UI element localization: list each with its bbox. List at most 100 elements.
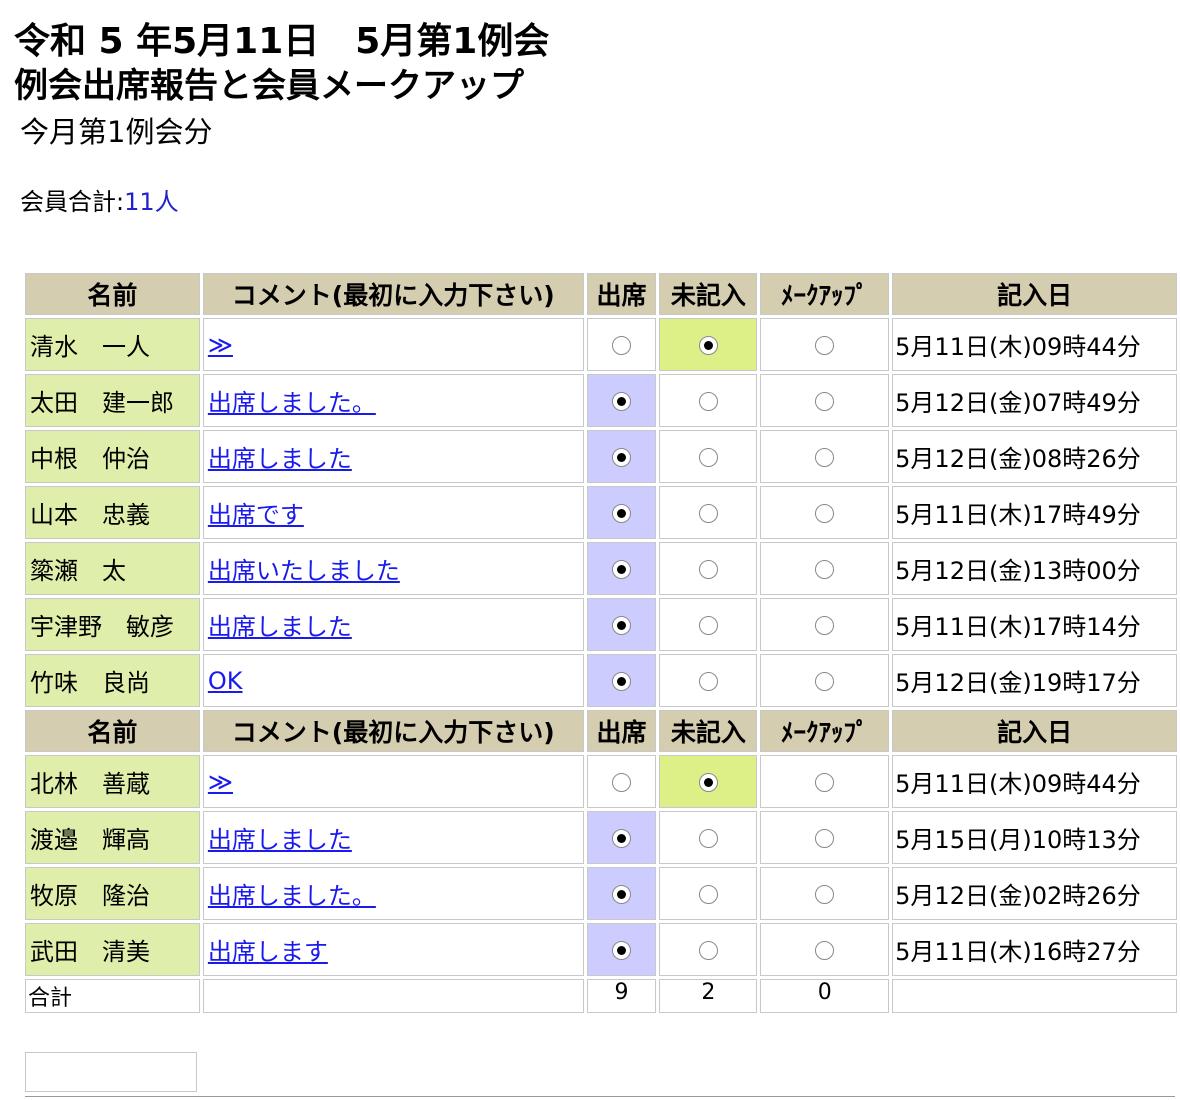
makeup-radio[interactable] [815,829,835,848]
attendance-radio[interactable] [612,560,632,579]
comment-link[interactable]: 出席しました [208,826,352,854]
horizontal-rule [25,1096,1175,1097]
comment-cell: 出席しました。 [202,867,584,920]
unrecorded-cell [659,374,758,427]
table-row: 渡邉 輝高 出席しました 5月15日(月)10時13分 [25,811,1177,864]
unrecorded-radio[interactable] [698,392,718,411]
unrecorded-radio[interactable] [698,829,718,848]
makeup-cell [760,374,890,427]
comment-cell: 出席いたしました [202,542,584,595]
totals-unrecorded: 2 [659,979,758,1013]
page-heading: 例会出席報告と会員メークアップ [14,66,524,106]
table-row: 牧原 隆治 出席しました。 5月12日(金)02時26分 [25,867,1177,920]
column-header-comment: コメント(最初に入力下さい) [202,273,584,315]
blank-field-box [25,1052,197,1092]
attendance-radio[interactable] [612,448,632,467]
unrecorded-radio[interactable] [698,448,718,467]
page-subtitle: 今月第1例会分 [20,115,213,149]
comment-cell: 出席します [202,923,584,976]
unrecorded-radio[interactable] [698,560,718,579]
member-name: 竹味 良尚 [25,654,200,707]
member-total: 会員合計:11人 [20,186,179,218]
unrecorded-cell [659,486,758,539]
attendance-cell [586,811,657,864]
table-row: 清水 一人 ≫ 5月11日(木)09時44分 [25,318,1177,371]
attendance-radio[interactable] [612,885,632,904]
attendance-radio[interactable] [612,941,632,960]
comment-cell: 出席しました [202,430,584,483]
member-name: 北林 善蔵 [25,755,200,808]
attendance-radio[interactable] [612,504,632,523]
makeup-radio[interactable] [815,392,835,411]
makeup-radio[interactable] [815,336,835,355]
makeup-radio[interactable] [815,773,835,792]
table-row: 宇津野 敏彦 出席しました 5月11日(木)17時14分 [25,598,1177,651]
attendance-radio[interactable] [612,773,632,792]
totals-makeup: 0 [760,979,890,1013]
page-title: 令和 5 年5月11日 5月第1例会 [14,21,550,62]
entry-date: 5月12日(金)08時26分 [892,430,1177,483]
makeup-radio[interactable] [815,504,835,523]
makeup-radio[interactable] [815,672,835,691]
unrecorded-cell [659,598,758,651]
unrecorded-cell [659,755,758,808]
table-row: 中根 仲治 出席しました 5月12日(金)08時26分 [25,430,1177,483]
makeup-radio[interactable] [815,885,835,904]
comment-link[interactable]: 出席します [208,938,328,966]
unrecorded-radio[interactable] [698,773,718,792]
member-total-label: 会員合計: [20,188,125,216]
makeup-cell [760,430,890,483]
unrecorded-radio[interactable] [698,616,718,635]
makeup-radio[interactable] [815,448,835,467]
attendance-table: 名前 コメント(最初に入力下さい) 出席 未記入 ﾒｰｸｱｯﾌﾟ 記入日 清水 一人 ≫ 5月1… [22,270,1180,1016]
attendance-cell [586,755,657,808]
unrecorded-radio[interactable] [698,504,718,523]
entry-date: 5月11日(木)17時14分 [892,598,1177,651]
member-name: 武田 清美 [25,923,200,976]
makeup-radio[interactable] [815,616,835,635]
attendance-cell [586,542,657,595]
attendance-radio[interactable] [612,392,632,411]
unrecorded-radio[interactable] [698,941,718,960]
makeup-radio[interactable] [815,560,835,579]
comment-link[interactable]: 出席しました [208,445,352,473]
attendance-radio[interactable] [612,829,632,848]
entry-date: 5月15日(月)10時13分 [892,811,1177,864]
makeup-cell [760,654,890,707]
column-header-date: 記入日 [892,273,1177,315]
member-name: 牧原 隆治 [25,867,200,920]
unrecorded-cell [659,867,758,920]
entry-date: 5月12日(金)07時49分 [892,374,1177,427]
comment-link[interactable]: 出席いたしました [208,557,400,585]
attendance-radio[interactable] [612,336,632,355]
comment-link[interactable]: 出席しました。 [208,882,376,910]
entry-date: 5月12日(金)19時17分 [892,654,1177,707]
attendance-cell [586,374,657,427]
makeup-radio[interactable] [815,941,835,960]
attendance-cell [586,430,657,483]
comment-link[interactable]: OK [208,667,243,695]
comment-link[interactable]: 出席しました [208,613,352,641]
column-header-date: 記入日 [892,710,1177,752]
unrecorded-cell [659,430,758,483]
attendance-radio[interactable] [612,616,632,635]
comment-cell: 出席しました [202,811,584,864]
entry-date: 5月12日(金)13時00分 [892,542,1177,595]
entry-date: 5月12日(金)02時26分 [892,867,1177,920]
makeup-cell [760,318,890,371]
entry-date: 5月11日(木)17時49分 [892,486,1177,539]
table-row: 簗瀬 太出席いたしました 5月12日(金)13時00分 [25,542,1177,595]
makeup-cell [760,542,890,595]
comment-link[interactable]: ≫ [208,331,233,359]
unrecorded-radio[interactable] [698,672,718,691]
totals-comment-empty [202,979,584,1013]
unrecorded-radio[interactable] [698,885,718,904]
table-row: 太田 建一郎 出席しました。 5月12日(金)07時49分 [25,374,1177,427]
comment-link[interactable]: 出席しました。 [208,389,376,417]
unrecorded-radio[interactable] [698,336,718,355]
entry-date: 5月11日(木)16時27分 [892,923,1177,976]
attendance-radio[interactable] [612,672,632,691]
comment-link[interactable]: 出席です [208,501,304,529]
table-row: 竹味 良尚 OK 5月12日(金)19時17分 [25,654,1177,707]
comment-link[interactable]: ≫ [208,768,233,796]
